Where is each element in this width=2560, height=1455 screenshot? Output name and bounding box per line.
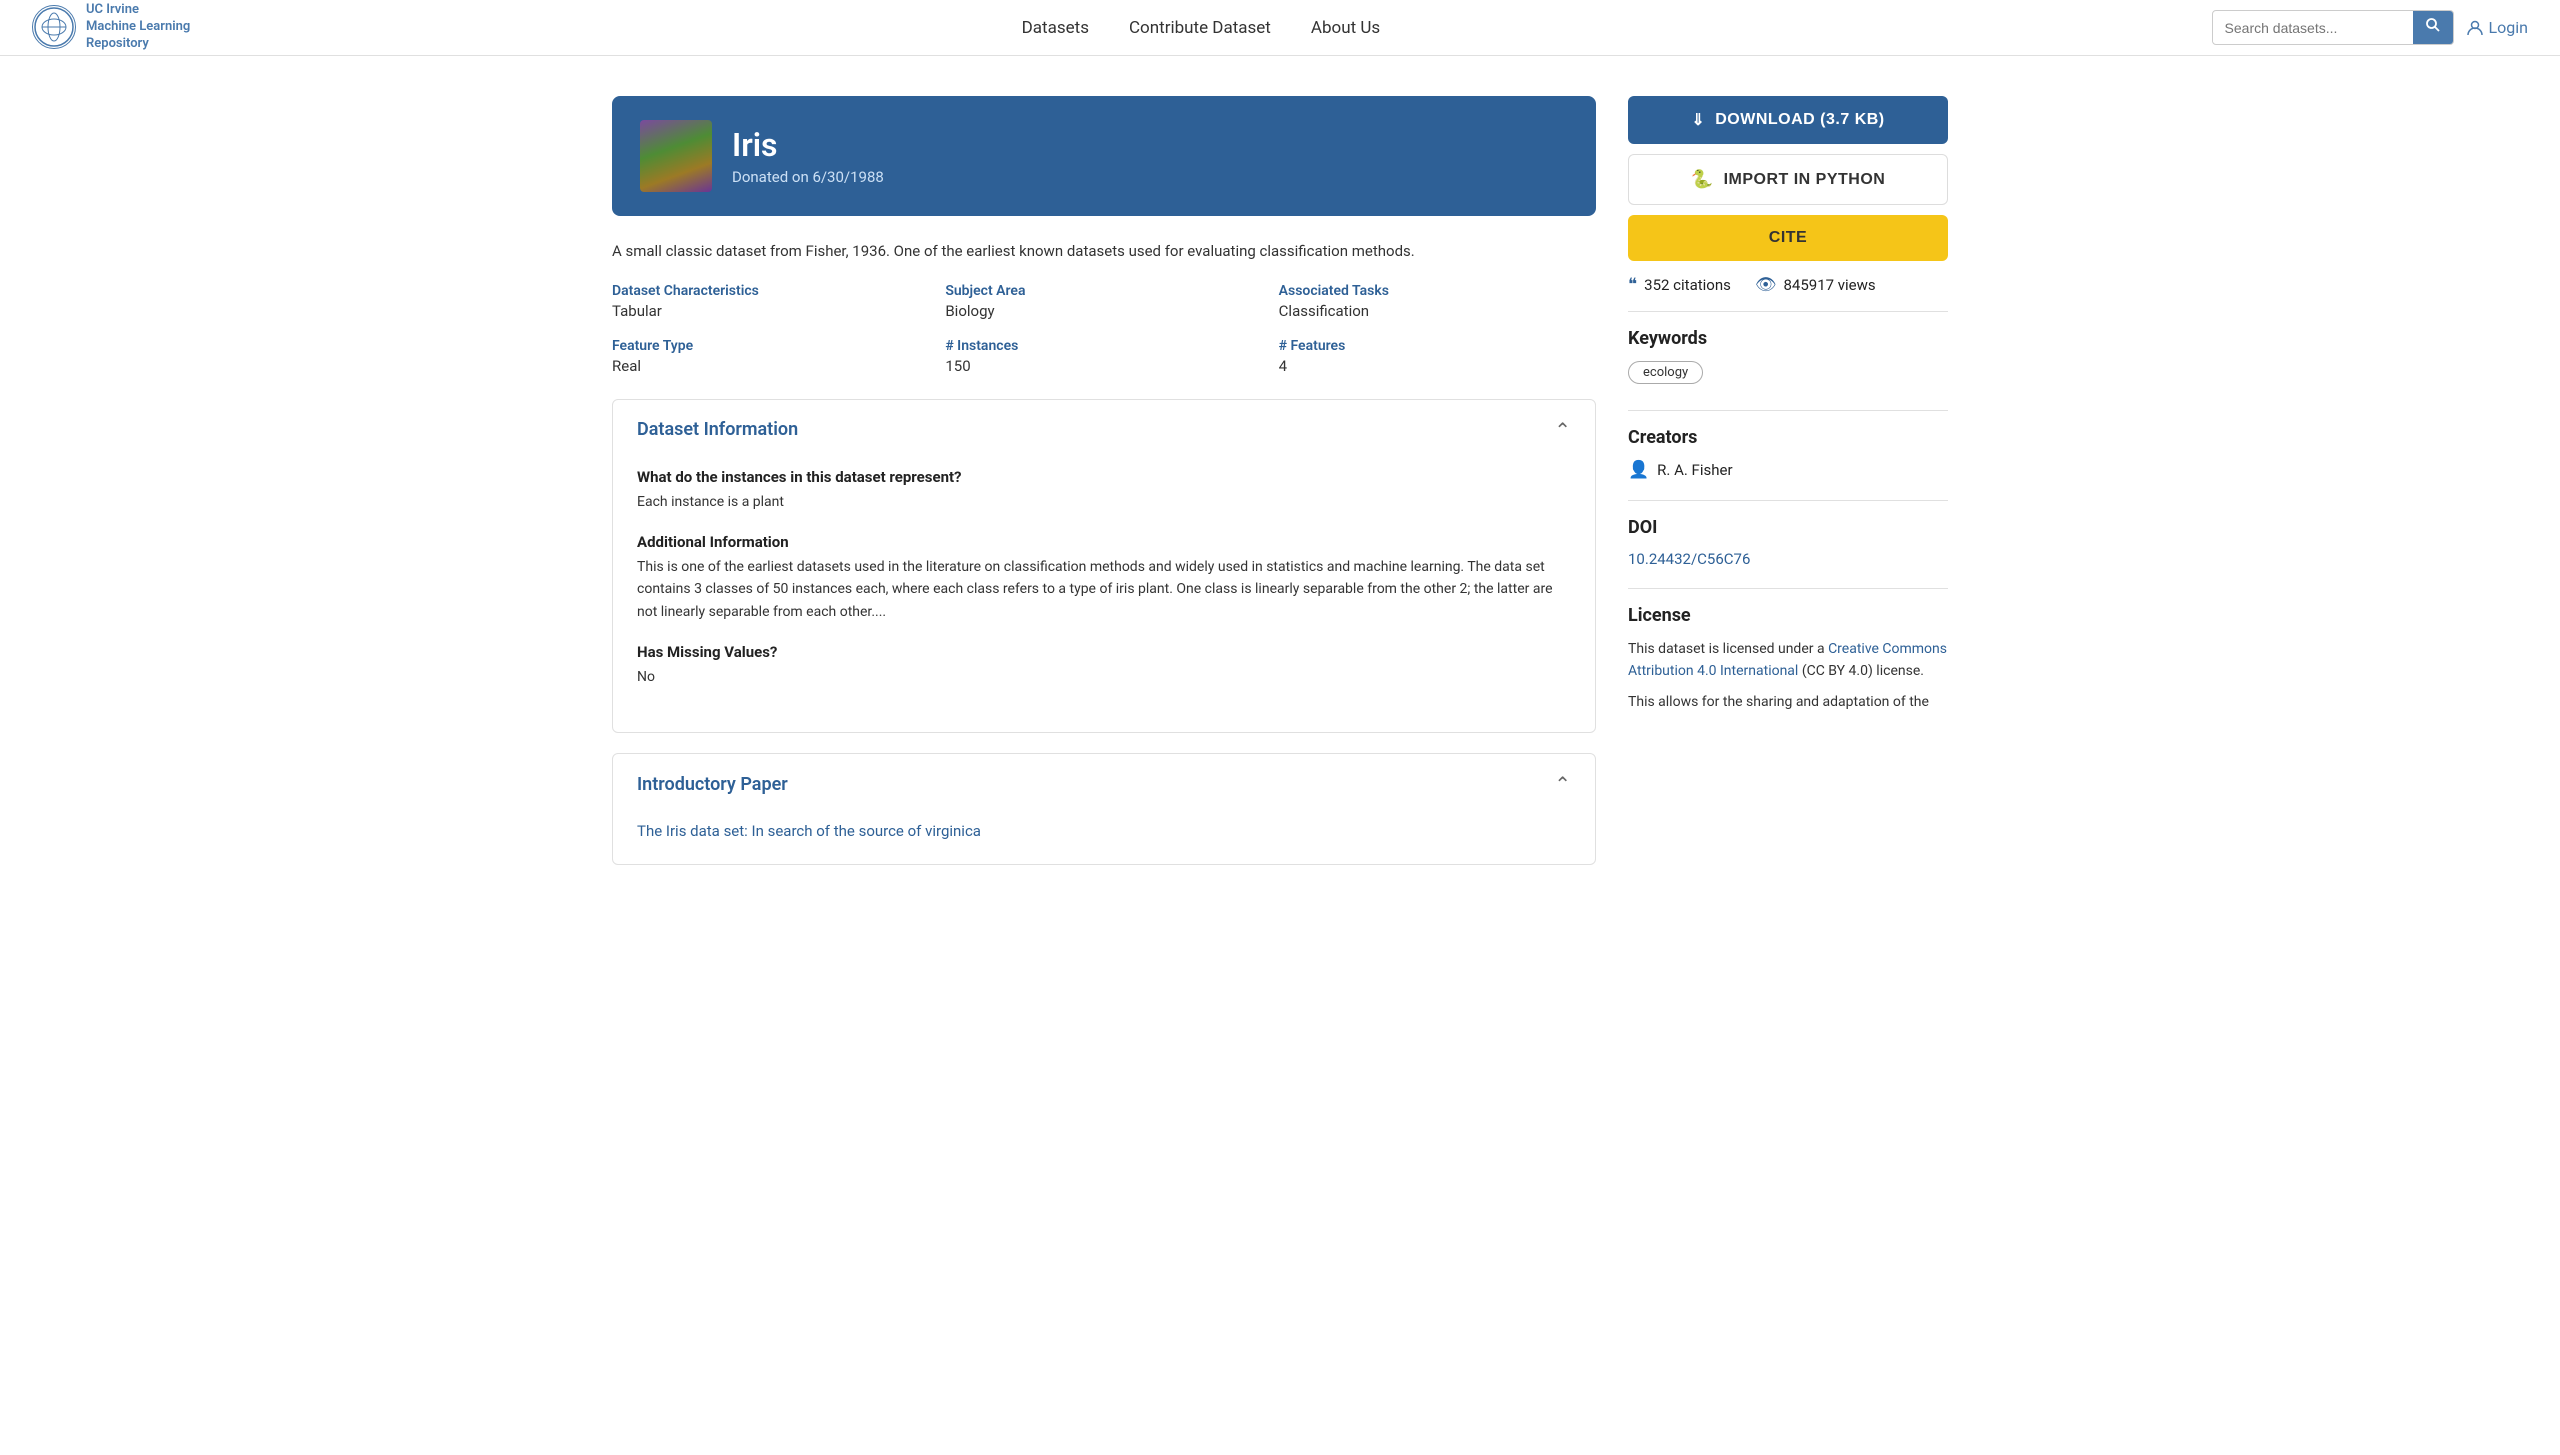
- dataset-header-card: Iris Donated on 6/30/1988: [612, 96, 1596, 216]
- meta-feature-type: Feature Type Real: [612, 338, 929, 375]
- nav-datasets[interactable]: Datasets: [1022, 18, 1089, 38]
- meta-characteristics: Dataset Characteristics Tabular: [612, 283, 929, 320]
- keywords-block: Keywords ecology: [1628, 328, 1948, 390]
- divider-1: [1628, 311, 1948, 312]
- meta-section: A small classic dataset from Fisher, 193…: [612, 240, 1596, 375]
- info-block-missing: Has Missing Values? No: [637, 643, 1571, 688]
- dataset-donated: Donated on 6/30/1988: [732, 168, 884, 186]
- keywords-title: Keywords: [1628, 328, 1948, 349]
- divider-4: [1628, 588, 1948, 589]
- nav-about[interactable]: About Us: [1311, 18, 1380, 38]
- intro-paper-title: Introductory Paper: [637, 774, 788, 795]
- person-icon: 👤: [1628, 460, 1649, 480]
- chevron-up-icon-2: ⌃: [1554, 772, 1571, 796]
- dataset-info-body: What do the instances in this dataset re…: [613, 460, 1595, 733]
- views-icon: 👁: [1755, 275, 1777, 295]
- views-stat: 👁 845917 views: [1755, 275, 1876, 295]
- license-text: This dataset is licensed under a Creativ…: [1628, 638, 1948, 683]
- main-container: Iris Donated on 6/30/1988 A small classi…: [580, 56, 1980, 945]
- keyword-tag[interactable]: ecology: [1628, 361, 1703, 384]
- intro-paper-body: The Iris data set: In search of the sour…: [613, 814, 1595, 864]
- search-button[interactable]: [2413, 11, 2453, 44]
- main-nav: Datasets Contribute Dataset About Us: [1022, 18, 1381, 38]
- header: UC Irvine Machine Learning Repository Da…: [0, 0, 2560, 56]
- citations-stat: ❝ 352 citations: [1628, 275, 1731, 295]
- dataset-header-info: Iris Donated on 6/30/1988: [732, 126, 884, 186]
- download-icon: ⇓: [1691, 110, 1705, 130]
- nav-contribute[interactable]: Contribute Dataset: [1129, 18, 1271, 38]
- meta-features: # Features 4: [1279, 338, 1596, 375]
- logo[interactable]: UC Irvine Machine Learning Repository: [32, 2, 190, 53]
- chevron-up-icon: ⌃: [1554, 418, 1571, 442]
- creator-item: 👤 R. A. Fisher: [1628, 460, 1948, 480]
- login-button[interactable]: Login: [2466, 18, 2528, 37]
- meta-tasks: Associated Tasks Classification: [1279, 283, 1596, 320]
- logo-text: UC Irvine Machine Learning Repository: [86, 2, 190, 53]
- doi-title: DOI: [1628, 517, 1948, 538]
- download-button[interactable]: ⇓ DOWNLOAD (3.7 KB): [1628, 96, 1948, 144]
- python-icon: 🐍: [1691, 169, 1714, 190]
- intro-paper-section: Introductory Paper ⌃ The Iris data set: …: [612, 753, 1596, 865]
- meta-instances: # Instances 150: [945, 338, 1262, 375]
- intro-paper-header[interactable]: Introductory Paper ⌃: [613, 754, 1595, 814]
- dataset-info-title: Dataset Information: [637, 419, 798, 440]
- paper-link[interactable]: The Iris data set: In search of the sour…: [637, 822, 981, 840]
- info-block-instances: What do the instances in this dataset re…: [637, 468, 1571, 513]
- license-title: License: [1628, 605, 1948, 626]
- dataset-thumbnail: [640, 120, 712, 192]
- import-button[interactable]: 🐍 IMPORT IN PYTHON: [1628, 154, 1948, 205]
- license-text-2: This allows for the sharing and adaptati…: [1628, 691, 1948, 713]
- doi-block: DOI 10.24432/C56C76: [1628, 517, 1948, 568]
- divider-2: [1628, 410, 1948, 411]
- cite-button[interactable]: CITE: [1628, 215, 1948, 261]
- left-column: Iris Donated on 6/30/1988 A small classi…: [612, 96, 1596, 885]
- dataset-info-section: Dataset Information ⌃ What do the instan…: [612, 399, 1596, 734]
- search-input[interactable]: [2213, 14, 2413, 42]
- dataset-title: Iris: [732, 126, 884, 164]
- sidebar-stats: ❝ 352 citations 👁 845917 views: [1628, 275, 1948, 295]
- sidebar: ⇓ DOWNLOAD (3.7 KB) 🐍 IMPORT IN PYTHON C…: [1628, 96, 1948, 885]
- citation-icon: ❝: [1628, 275, 1637, 295]
- logo-icon: [32, 5, 76, 49]
- divider-3: [1628, 500, 1948, 501]
- license-block: License This dataset is licensed under a…: [1628, 605, 1948, 713]
- meta-grid: Dataset Characteristics Tabular Subject …: [612, 283, 1596, 375]
- dataset-info-header[interactable]: Dataset Information ⌃: [613, 400, 1595, 460]
- doi-link[interactable]: 10.24432/C56C76: [1628, 550, 1750, 568]
- search-box: [2212, 10, 2454, 45]
- meta-subject: Subject Area Biology: [945, 283, 1262, 320]
- creators-block: Creators 👤 R. A. Fisher: [1628, 427, 1948, 480]
- info-block-additional: Additional Information This is one of th…: [637, 533, 1571, 623]
- dataset-description: A small classic dataset from Fisher, 193…: [612, 240, 1596, 263]
- creators-title: Creators: [1628, 427, 1948, 448]
- header-right: Login: [2212, 10, 2528, 45]
